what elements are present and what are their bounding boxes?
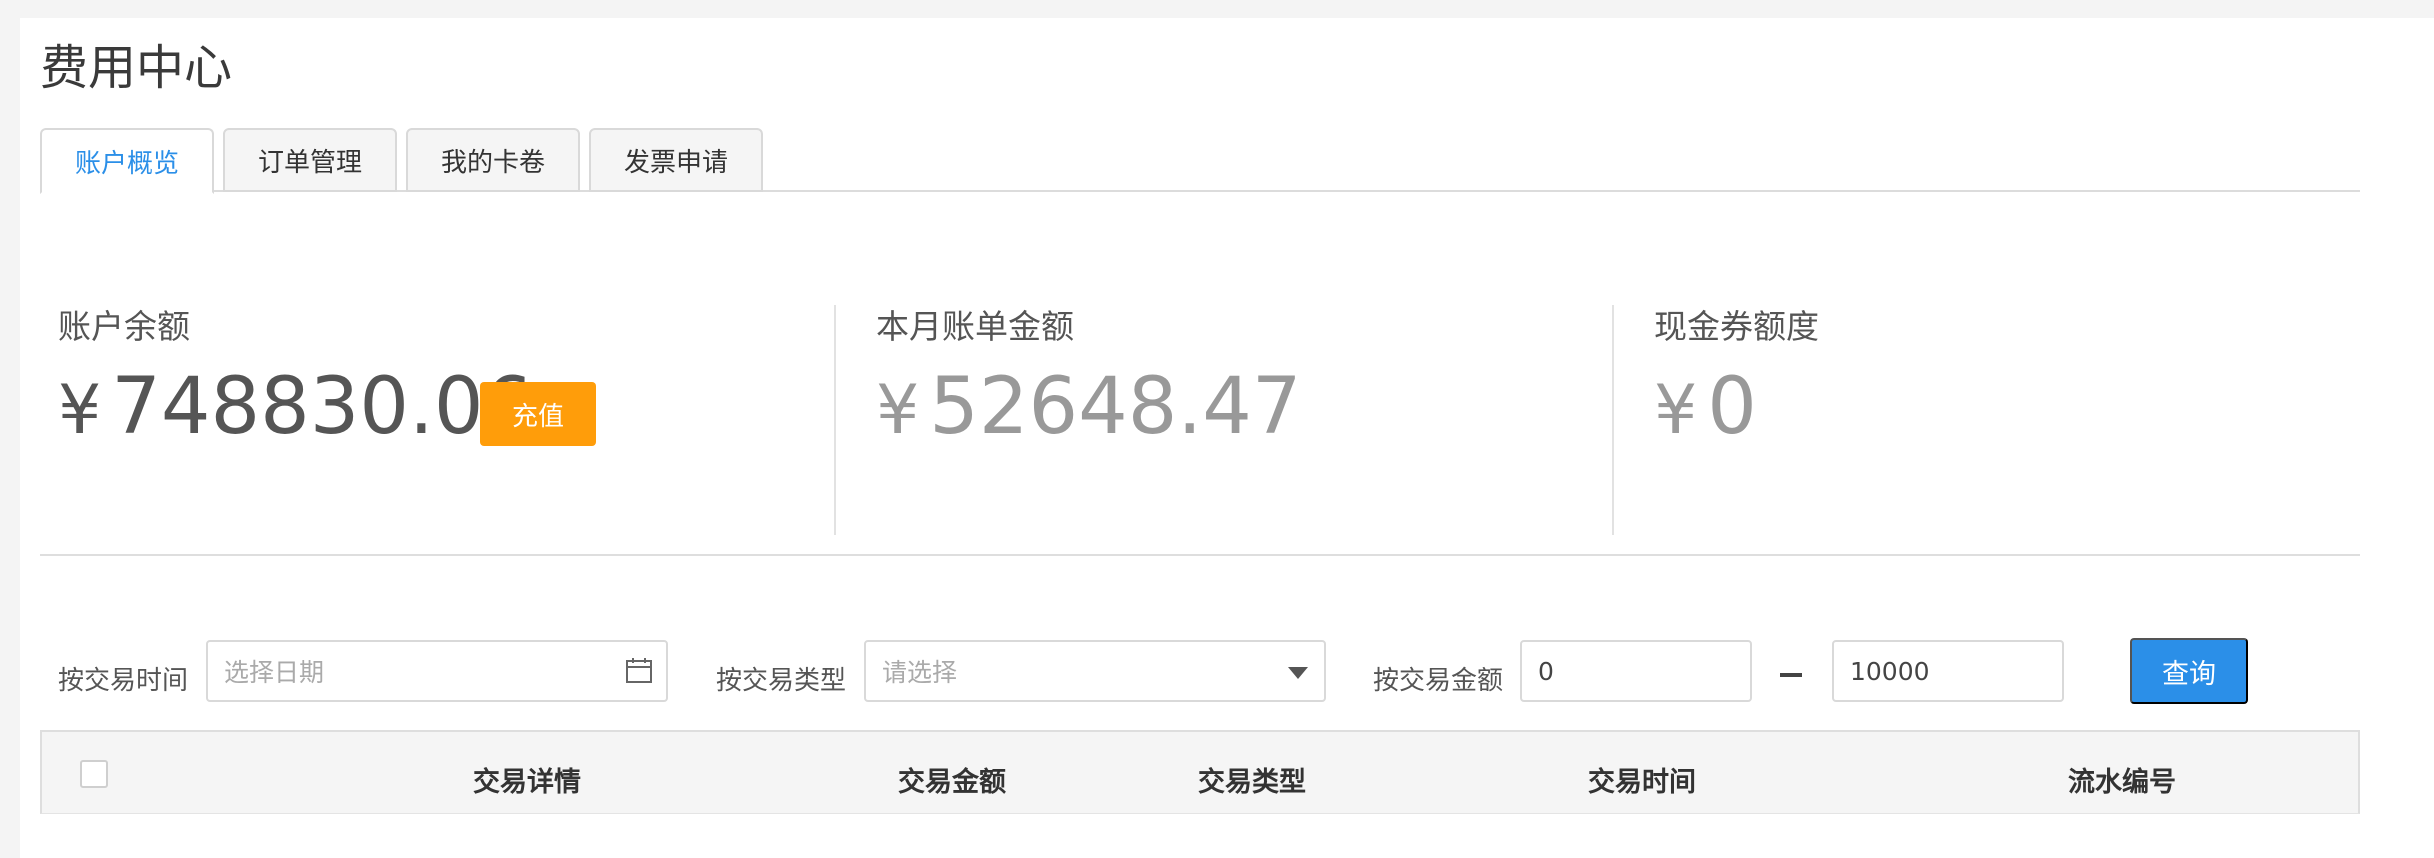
monthly-bill-value: ¥52648.47 <box>876 368 1301 446</box>
select-all-checkbox[interactable] <box>80 760 108 788</box>
type-select[interactable]: 请选择 <box>864 640 1326 702</box>
coupon-amount: 0 <box>1707 362 1757 452</box>
range-separator <box>1780 673 1802 677</box>
amount-min-value: 0 <box>1538 656 1554 686</box>
currency-symbol: ¥ <box>1654 371 1698 450</box>
recharge-button[interactable]: 充值 <box>480 382 596 446</box>
amount-filter-label: 按交易金额 <box>1373 666 1504 696</box>
date-picker-input[interactable]: 选择日期 <box>206 640 668 702</box>
monthly-bill-amount: 52648.47 <box>929 362 1302 452</box>
column-header-serial[interactable]: 流水编号 <box>2012 760 2232 799</box>
stat-divider <box>1612 305 1614 535</box>
amount-min-input[interactable]: 0 <box>1520 640 1752 702</box>
amount-max-value: 10000 <box>1850 656 1930 686</box>
type-filter-label: 按交易类型 <box>716 666 847 696</box>
balance-value: ¥748830.06 <box>58 368 533 446</box>
query-button[interactable]: 查询 <box>2130 638 2248 704</box>
tab-my-cards[interactable]: 我的卡卷 <box>406 128 580 192</box>
currency-symbol: ¥ <box>876 371 920 450</box>
monthly-bill-label: 本月账单金额 <box>876 307 1074 346</box>
tab-bar: 账户概览 订单管理 我的卡卷 发票申请 <box>40 128 2360 194</box>
calendar-icon <box>626 658 652 683</box>
column-header-amount[interactable]: 交易金额 <box>842 760 1062 799</box>
currency-symbol: ¥ <box>58 371 102 450</box>
column-header-details[interactable]: 交易详情 <box>372 760 682 799</box>
tab-account-overview[interactable]: 账户概览 <box>40 128 214 194</box>
date-placeholder: 选择日期 <box>224 658 325 687</box>
tab-invoice-request[interactable]: 发票申请 <box>589 128 763 192</box>
balance-label: 账户余额 <box>58 307 190 346</box>
coupon-value: ¥0 <box>1654 368 1757 446</box>
type-placeholder: 请选择 <box>882 658 958 687</box>
page-title: 费用中心 <box>40 40 233 96</box>
stat-divider <box>834 305 836 535</box>
coupon-label: 现金券额度 <box>1654 307 1819 346</box>
monthly-bill-stat: 本月账单金额 ¥52648.47 <box>876 300 1301 446</box>
amount-max-input[interactable]: 10000 <box>1832 640 2064 702</box>
tab-order-management[interactable]: 订单管理 <box>223 128 397 192</box>
time-filter-label: 按交易时间 <box>58 666 189 696</box>
transaction-table-header: 交易详情 交易金额 交易类型 交易时间 流水编号 <box>40 730 2360 814</box>
caret-down-icon <box>1288 667 1308 679</box>
coupon-stat: 现金券额度 ¥0 <box>1654 300 1819 446</box>
section-divider <box>40 554 2360 556</box>
column-header-time[interactable]: 交易时间 <box>1532 760 1752 799</box>
balance-amount: 748830.06 <box>111 362 534 452</box>
column-header-type[interactable]: 交易类型 <box>1142 760 1362 799</box>
balance-stat: 账户余额 ¥748830.06 <box>58 300 533 446</box>
